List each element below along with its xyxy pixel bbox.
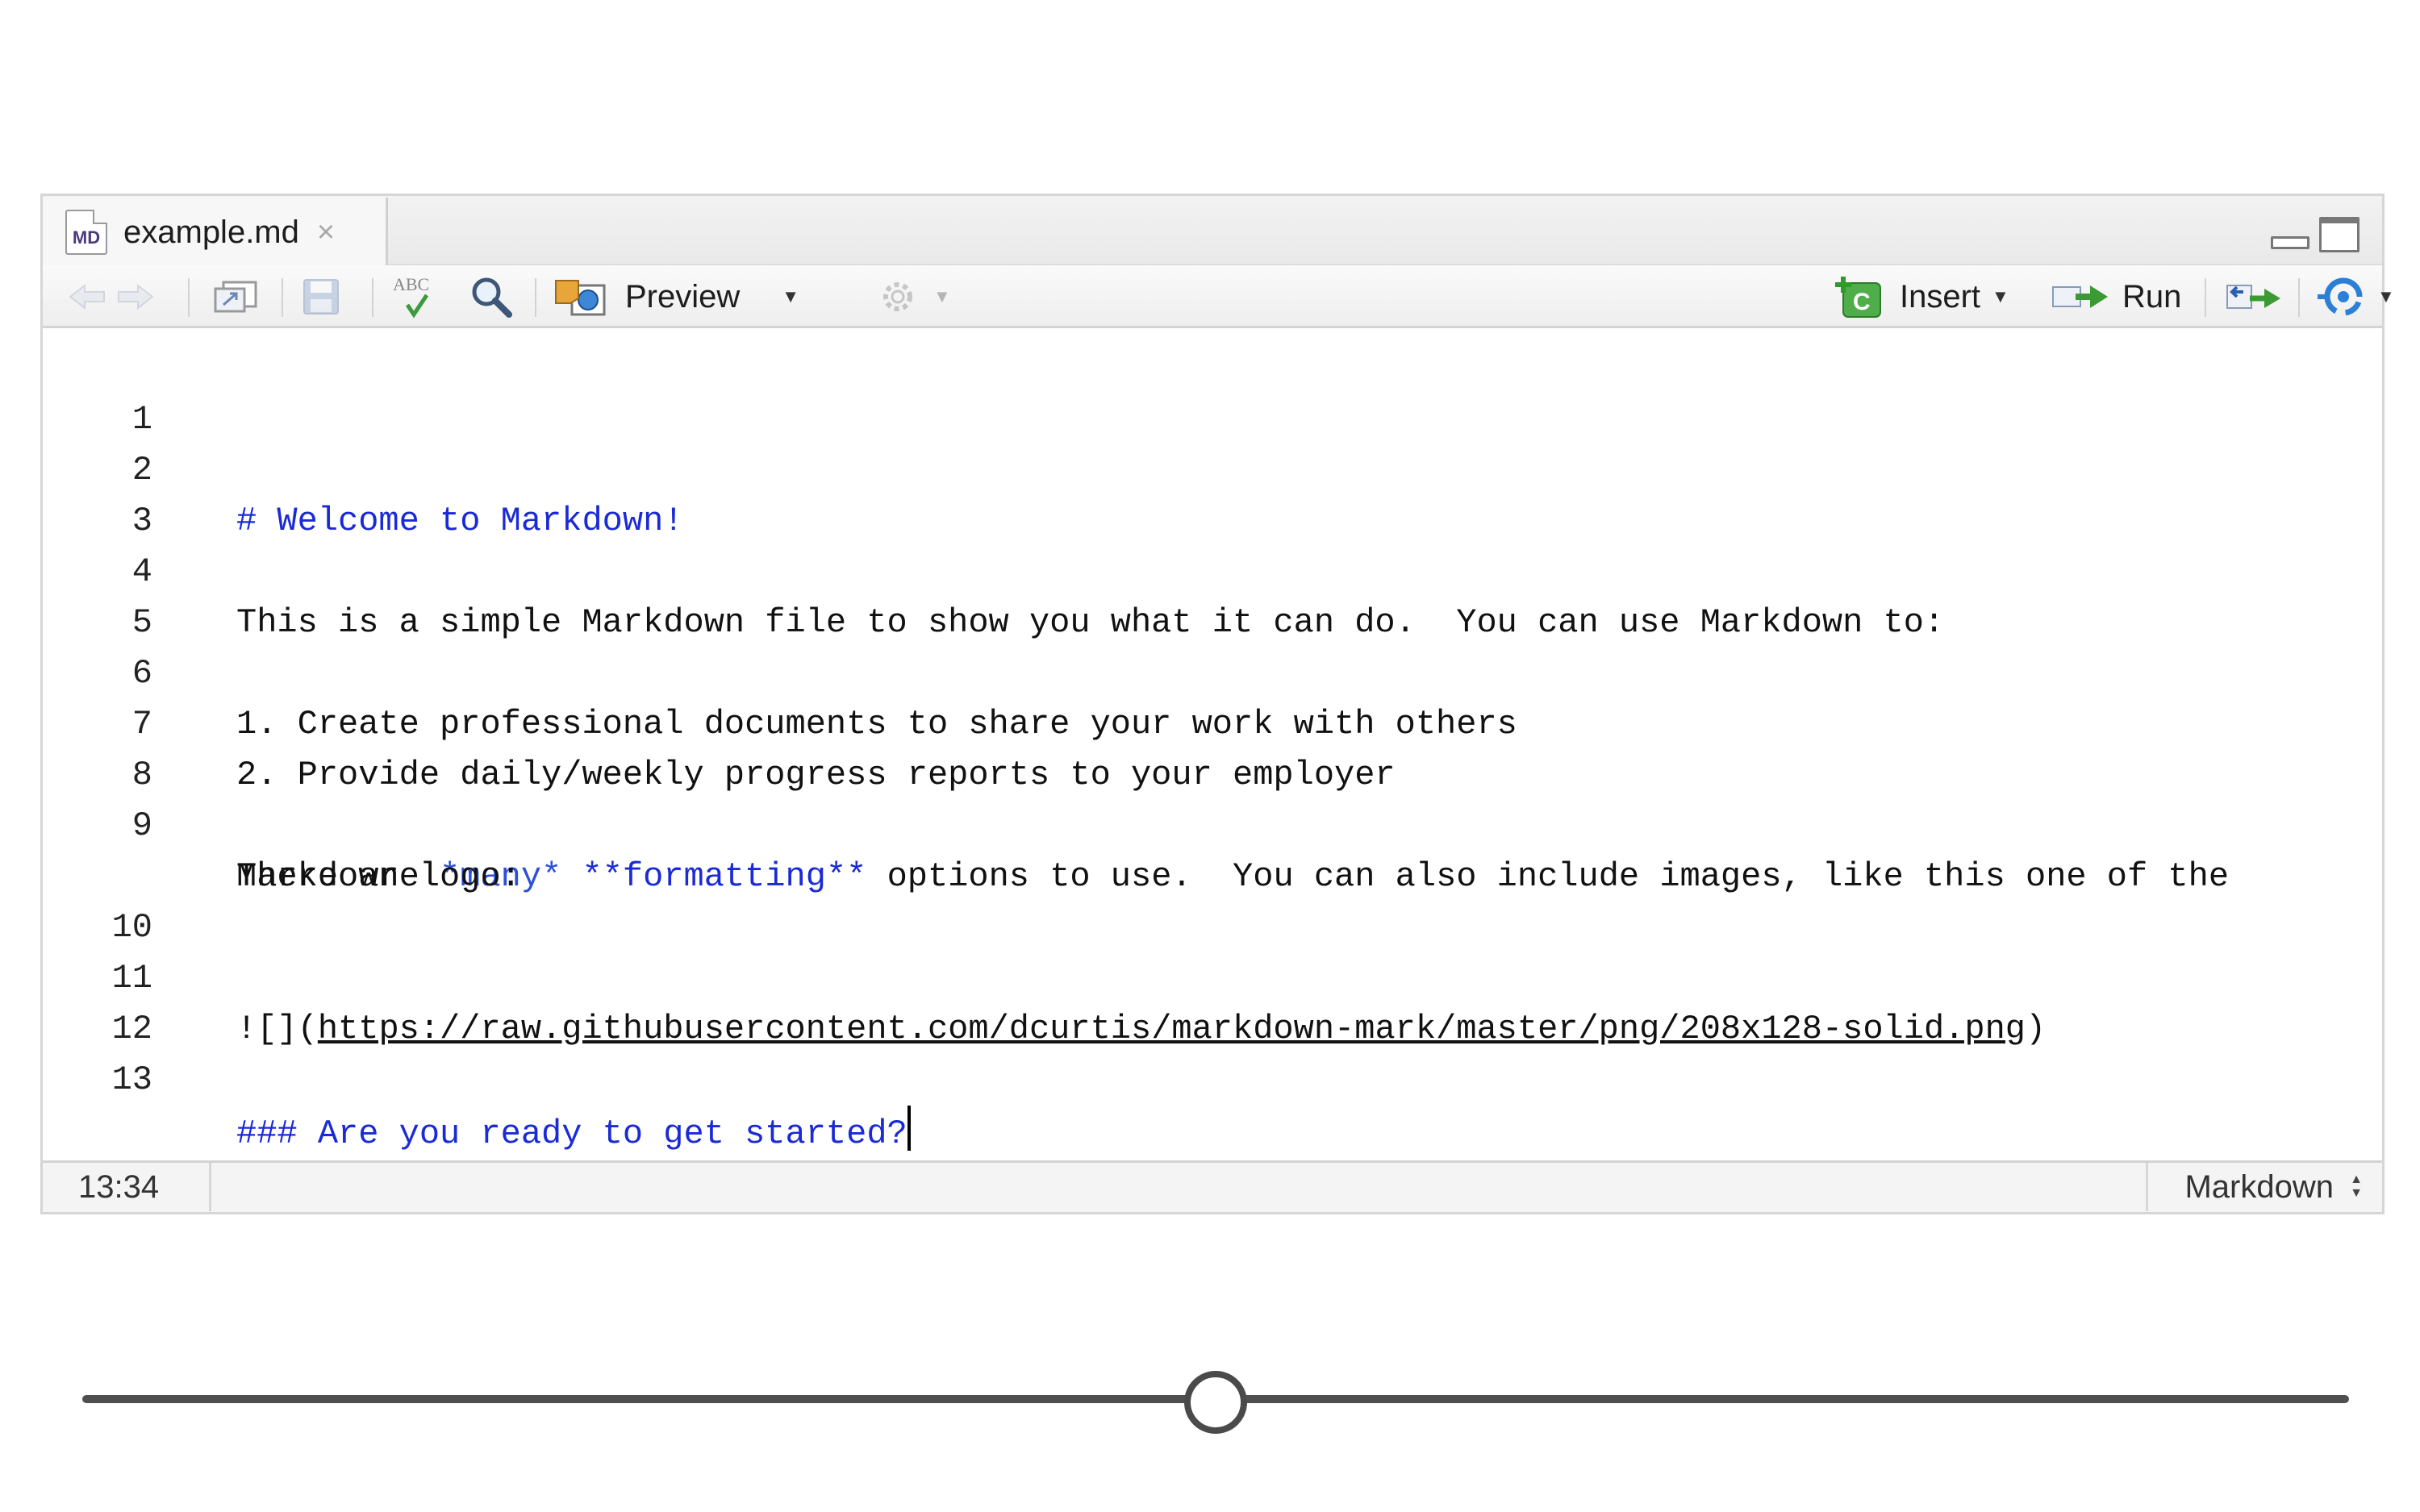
- spellcheck-icon: ABC: [393, 274, 429, 319]
- go-back-button[interactable]: [67, 265, 107, 328]
- close-tab-icon[interactable]: ×: [317, 215, 335, 250]
- code-line: 13 ### Are you ready to get started?: [43, 1004, 2382, 1153]
- code-line: 9 There are *many* **formatting** option…: [43, 750, 2382, 896]
- go-forward-button[interactable]: [115, 265, 156, 328]
- publish-dropdown-icon[interactable]: ▼: [2377, 286, 2395, 307]
- up-down-chevron-icon: ▲ ▼: [2350, 1173, 2363, 1200]
- line-text: ### Are you ready to get started?: [236, 1106, 911, 1160]
- run-arrow-icon: [2052, 285, 2108, 308]
- options-dropdown-icon[interactable]: ▼: [933, 286, 951, 307]
- options-button[interactable]: ▼: [877, 265, 951, 328]
- popout-window-icon: [214, 281, 257, 313]
- code-line: 12: [43, 953, 2382, 1048]
- code-line: 7 2. Provide daily/weekly progress repor…: [43, 648, 2382, 794]
- line-number: 13: [111, 1060, 152, 1099]
- code-line: 6 1. Create professional documents to sh…: [43, 598, 2382, 744]
- run-button[interactable]: Run: [2051, 265, 2181, 328]
- insert-chunk-icon: C: [1835, 277, 1881, 318]
- save-disk-icon: [303, 279, 339, 314]
- show-in-new-window-button[interactable]: [212, 265, 261, 328]
- slider-handle[interactable]: [1184, 1371, 1247, 1434]
- editor-toolbar: ABC Preview ▼ ▼ C Insert ▼ Run ▼: [43, 265, 2395, 328]
- code-line: 1: [43, 344, 2382, 439]
- publish-button[interactable]: ▼: [2318, 265, 2395, 328]
- back-arrow-icon: [69, 283, 105, 310]
- spellcheck-button[interactable]: ABC: [388, 265, 444, 328]
- magnifier-icon: [472, 277, 512, 318]
- code-line: 2 # Welcome to Markdown!: [43, 394, 2382, 540]
- run-label: Run: [2122, 278, 2182, 314]
- forward-arrow-icon: [118, 283, 154, 310]
- cursor-position[interactable]: 13:34: [78, 1163, 159, 1211]
- file-type-selector[interactable]: Markdown: [2184, 1163, 2334, 1211]
- file-tab[interactable]: MD example.md ×: [43, 198, 388, 267]
- code-line: 4 This is a simple Markdown file to show…: [43, 496, 2382, 642]
- code-line-wrap: Markdown logo:: [43, 801, 2382, 896]
- find-replace-button[interactable]: [469, 265, 514, 328]
- maximize-pane-button[interactable]: [2319, 217, 2360, 252]
- markdown-file-icon: MD: [65, 210, 107, 255]
- file-tab-title: example.md: [123, 214, 299, 250]
- heading-3-text: ### Are you ready to get started?: [236, 1114, 908, 1153]
- preview-button[interactable]: Preview ▼: [554, 265, 799, 328]
- text-cursor: [907, 1106, 911, 1151]
- preview-icon: [555, 280, 606, 316]
- svg-text:ABC: ABC: [393, 274, 429, 294]
- insert-chunk-button[interactable]: C Insert ▼: [1832, 265, 2009, 328]
- code-line: 8: [43, 699, 2382, 794]
- code-editor-text-area[interactable]: 1 2 # Welcome to Markdown! 3 4 This is a…: [43, 331, 2382, 1163]
- save-button[interactable]: [301, 265, 341, 328]
- status-bar: 13:34 Markdown ▲ ▼: [43, 1160, 2382, 1212]
- preview-dropdown-icon[interactable]: ▼: [782, 286, 799, 307]
- source-editor-pane: MD example.md × ABC Preview ▼ ▼ C Insert…: [40, 194, 2395, 1214]
- publish-icon: [2318, 277, 2363, 316]
- insert-label: Insert: [1900, 278, 1981, 314]
- gear-icon: [883, 282, 912, 311]
- editor-tab-bar: MD example.md ×: [43, 196, 2382, 267]
- preview-label: Preview: [625, 278, 741, 314]
- rerun-icon: [2226, 285, 2280, 309]
- code-line: 5: [43, 547, 2382, 642]
- code-line: 11 ![](https://raw.githubusercontent.com…: [43, 902, 2382, 1048]
- code-line: 10: [43, 852, 2382, 947]
- code-line: 3: [43, 445, 2382, 540]
- svg-text:C: C: [1853, 289, 1871, 315]
- insert-dropdown-icon[interactable]: ▼: [1992, 286, 2009, 307]
- minimize-pane-button[interactable]: [2271, 236, 2309, 249]
- rerun-previous-button[interactable]: [2226, 265, 2285, 328]
